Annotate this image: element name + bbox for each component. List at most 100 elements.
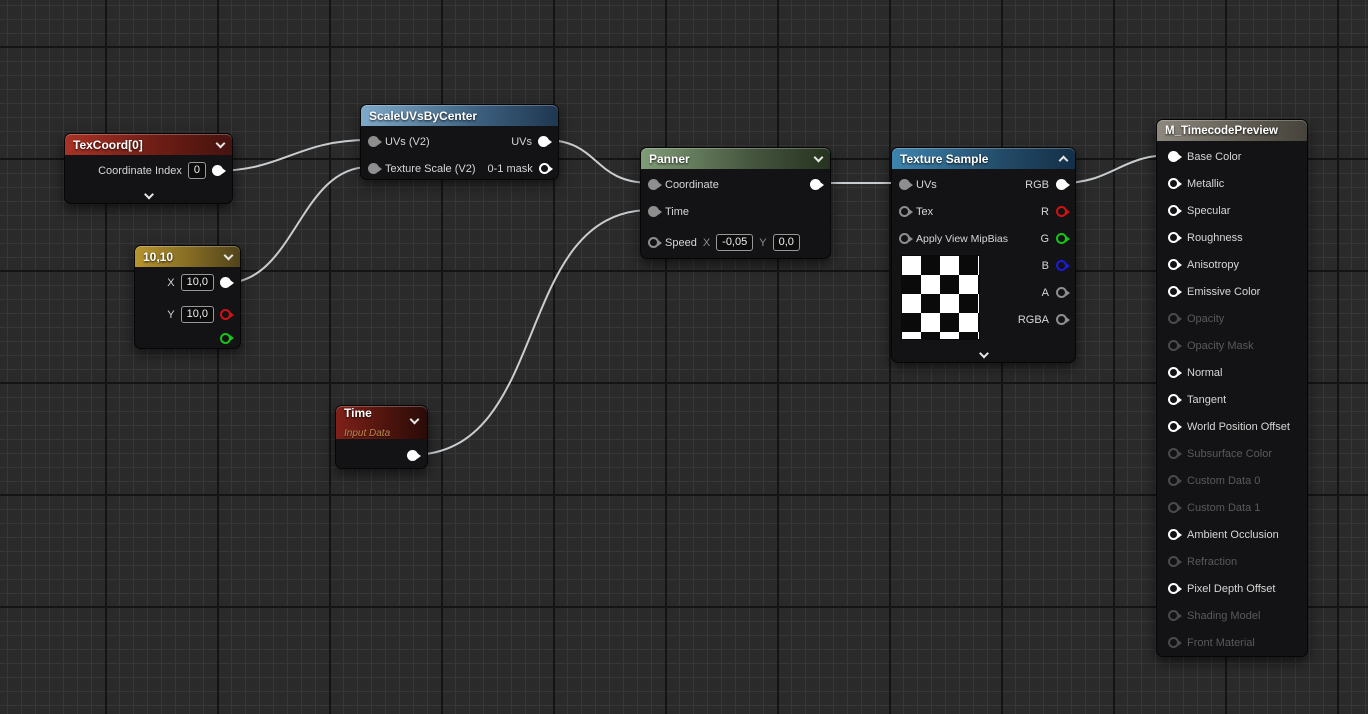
chevron-down-icon[interactable] bbox=[410, 415, 420, 425]
material-pin-label-shading-model: Shading Model bbox=[1187, 610, 1260, 622]
node-constant2vector-header[interactable]: 10,10 bbox=[135, 246, 240, 267]
scaleuvs-uvs-output-label: UVs bbox=[511, 136, 532, 148]
node-scaleuvsbycenter-title: ScaleUVsByCenter bbox=[369, 109, 550, 123]
material-pin-label-normal: Normal bbox=[1187, 367, 1222, 379]
constant-x-output-pin[interactable] bbox=[220, 277, 231, 288]
material-input-pin-anisotropy[interactable] bbox=[1168, 259, 1179, 270]
panner-output-pin[interactable] bbox=[810, 179, 821, 190]
material-pin-label-ambient-occlusion: Ambient Occlusion bbox=[1187, 529, 1279, 541]
texsample-uvs-input-label: UVs bbox=[916, 179, 937, 191]
node-time[interactable]: Time Input Data bbox=[335, 405, 428, 469]
node-texcoord-header[interactable]: TexCoord[0] bbox=[65, 134, 232, 155]
speed-y-label: Y bbox=[759, 237, 766, 249]
material-input-pin-metallic[interactable] bbox=[1168, 178, 1179, 189]
material-input-pin-refraction bbox=[1168, 556, 1179, 567]
scaleuvs-uvs-output-pin[interactable] bbox=[538, 136, 549, 147]
panner-speed-input-pin[interactable] bbox=[648, 237, 659, 248]
material-pin-label-subsurface-color: Subsurface Color bbox=[1187, 448, 1272, 460]
node-time-header[interactable]: Time Input Data bbox=[336, 406, 427, 439]
wire-time-to-panner[interactable] bbox=[411, 210, 651, 455]
scaleuvs-mask-output-label: 0-1 mask bbox=[487, 163, 532, 175]
coordinate-index-label: Coordinate Index bbox=[98, 165, 182, 177]
material-pin-label-pixel-depth-offset: Pixel Depth Offset bbox=[1187, 583, 1275, 595]
node-panner[interactable]: Panner Coordinate Time Speed X -0,05 Y 0… bbox=[640, 147, 831, 259]
panner-speed-label: Speed bbox=[665, 237, 697, 249]
texture-preview-checkerboard bbox=[901, 255, 980, 340]
chevron-up-icon[interactable] bbox=[1059, 156, 1069, 166]
material-input-pin-roughness[interactable] bbox=[1168, 232, 1179, 243]
texsample-tex-input-pin[interactable] bbox=[899, 206, 910, 217]
texsample-r-output-pin[interactable] bbox=[1056, 206, 1067, 217]
material-pin-row-metallic: Metallic bbox=[1157, 170, 1307, 197]
wire-texturesample-to-basecolor[interactable] bbox=[1062, 155, 1171, 183]
node-collapse-toggle[interactable] bbox=[980, 353, 987, 357]
node-texture-sample-header[interactable]: Texture Sample bbox=[892, 148, 1075, 169]
material-input-pin-specular[interactable] bbox=[1168, 205, 1179, 216]
chevron-down-icon[interactable] bbox=[224, 250, 234, 260]
material-pin-label-emissive-color: Emissive Color bbox=[1187, 286, 1260, 298]
material-pin-row-roughness: Roughness bbox=[1157, 224, 1307, 251]
texsample-rgb-output-pin[interactable] bbox=[1056, 179, 1067, 190]
panner-coordinate-input-pin[interactable] bbox=[648, 179, 659, 190]
material-pin-row-subsurface-color: Subsurface Color bbox=[1157, 440, 1307, 467]
material-input-pin-front-material bbox=[1168, 637, 1179, 648]
material-pin-row-custom-data-1: Custom Data 1 bbox=[1157, 494, 1307, 521]
node-material-title: M_TimecodePreview bbox=[1165, 125, 1299, 137]
texsample-b-output-pin[interactable] bbox=[1056, 260, 1067, 271]
texsample-g-output-label: G bbox=[1040, 233, 1049, 245]
material-input-pin-custom-data-0 bbox=[1168, 475, 1179, 486]
material-input-pin-opacity-mask bbox=[1168, 340, 1179, 351]
scaleuvs-scale-input-pin[interactable] bbox=[368, 163, 379, 174]
texsample-uvs-input-pin[interactable] bbox=[899, 179, 910, 190]
speed-x-input[interactable]: -0,05 bbox=[716, 234, 753, 251]
speed-y-input[interactable]: 0,0 bbox=[773, 234, 800, 251]
node-constant2vector[interactable]: 10,10 X 10,0 Y 10,0 bbox=[134, 245, 241, 349]
graph-canvas[interactable]: TexCoord[0] Coordinate Index 0 10,10 X 1… bbox=[0, 0, 1368, 714]
constant-g-output-pin[interactable] bbox=[220, 333, 231, 344]
scaleuvs-mask-output-pin[interactable] bbox=[539, 163, 550, 174]
material-pin-label-anisotropy: Anisotropy bbox=[1187, 259, 1239, 271]
texcoord-output-pin[interactable] bbox=[212, 165, 223, 176]
material-input-pin-world-position-offset[interactable] bbox=[1168, 421, 1179, 432]
scaleuvs-uvs-input-pin[interactable] bbox=[368, 136, 379, 147]
texsample-a-output-pin[interactable] bbox=[1056, 287, 1067, 298]
material-input-pin-tangent[interactable] bbox=[1168, 394, 1179, 405]
texsample-rgba-output-pin[interactable] bbox=[1056, 314, 1067, 325]
material-input-pin-base-color[interactable] bbox=[1168, 151, 1179, 162]
material-input-pin-emissive-color[interactable] bbox=[1168, 286, 1179, 297]
material-input-pin-ambient-occlusion[interactable] bbox=[1168, 529, 1179, 540]
texsample-mipbias-input-pin[interactable] bbox=[899, 233, 910, 244]
y-value-input[interactable]: 10,0 bbox=[181, 306, 214, 323]
texsample-g-output-pin[interactable] bbox=[1056, 233, 1067, 244]
constant-r-output-pin[interactable] bbox=[220, 309, 231, 320]
wire-scaleuvs-to-panner[interactable] bbox=[545, 140, 651, 183]
node-scaleuvsbycenter-header[interactable]: ScaleUVsByCenter bbox=[361, 105, 558, 126]
material-pin-row-world-position-offset: World Position Offset bbox=[1157, 413, 1307, 440]
material-input-pin-normal[interactable] bbox=[1168, 367, 1179, 378]
node-material-result[interactable]: M_TimecodePreview Base ColorMetallicSpec… bbox=[1156, 119, 1308, 657]
node-material-header[interactable]: M_TimecodePreview bbox=[1157, 120, 1307, 141]
node-texture-sample[interactable]: Texture Sample UVs Tex Apply View MipBia… bbox=[891, 147, 1076, 363]
panner-time-input-pin[interactable] bbox=[648, 206, 659, 217]
node-texcoord[interactable]: TexCoord[0] Coordinate Index 0 bbox=[64, 133, 233, 204]
wire-constant-to-scaleuvs[interactable] bbox=[225, 167, 369, 283]
chevron-down-icon[interactable] bbox=[814, 152, 824, 162]
material-input-pin-shading-model bbox=[1168, 610, 1179, 621]
material-pin-label-world-position-offset: World Position Offset bbox=[1187, 421, 1290, 433]
material-input-pin-pixel-depth-offset[interactable] bbox=[1168, 583, 1179, 594]
texsample-a-output-label: A bbox=[1042, 287, 1049, 299]
x-value-input[interactable]: 10,0 bbox=[181, 274, 214, 291]
material-pin-row-opacity: Opacity bbox=[1157, 305, 1307, 332]
coordinate-index-input[interactable]: 0 bbox=[188, 162, 206, 179]
node-collapse-toggle[interactable] bbox=[145, 194, 152, 198]
material-pin-label-specular: Specular bbox=[1187, 205, 1230, 217]
chevron-down-icon[interactable] bbox=[216, 138, 226, 148]
time-output-pin[interactable] bbox=[407, 450, 418, 461]
node-time-subtitle: Input Data bbox=[344, 428, 390, 439]
node-scaleuvsbycenter[interactable]: ScaleUVsByCenter UVs (V2) UVs Texture Sc… bbox=[360, 104, 559, 180]
node-panner-header[interactable]: Panner bbox=[641, 148, 830, 169]
wire-texcoord-to-scaleuvs[interactable] bbox=[214, 140, 369, 171]
texsample-b-output-label: B bbox=[1042, 260, 1049, 272]
material-input-pin-custom-data-1 bbox=[1168, 502, 1179, 513]
material-pin-row-emissive-color: Emissive Color bbox=[1157, 278, 1307, 305]
